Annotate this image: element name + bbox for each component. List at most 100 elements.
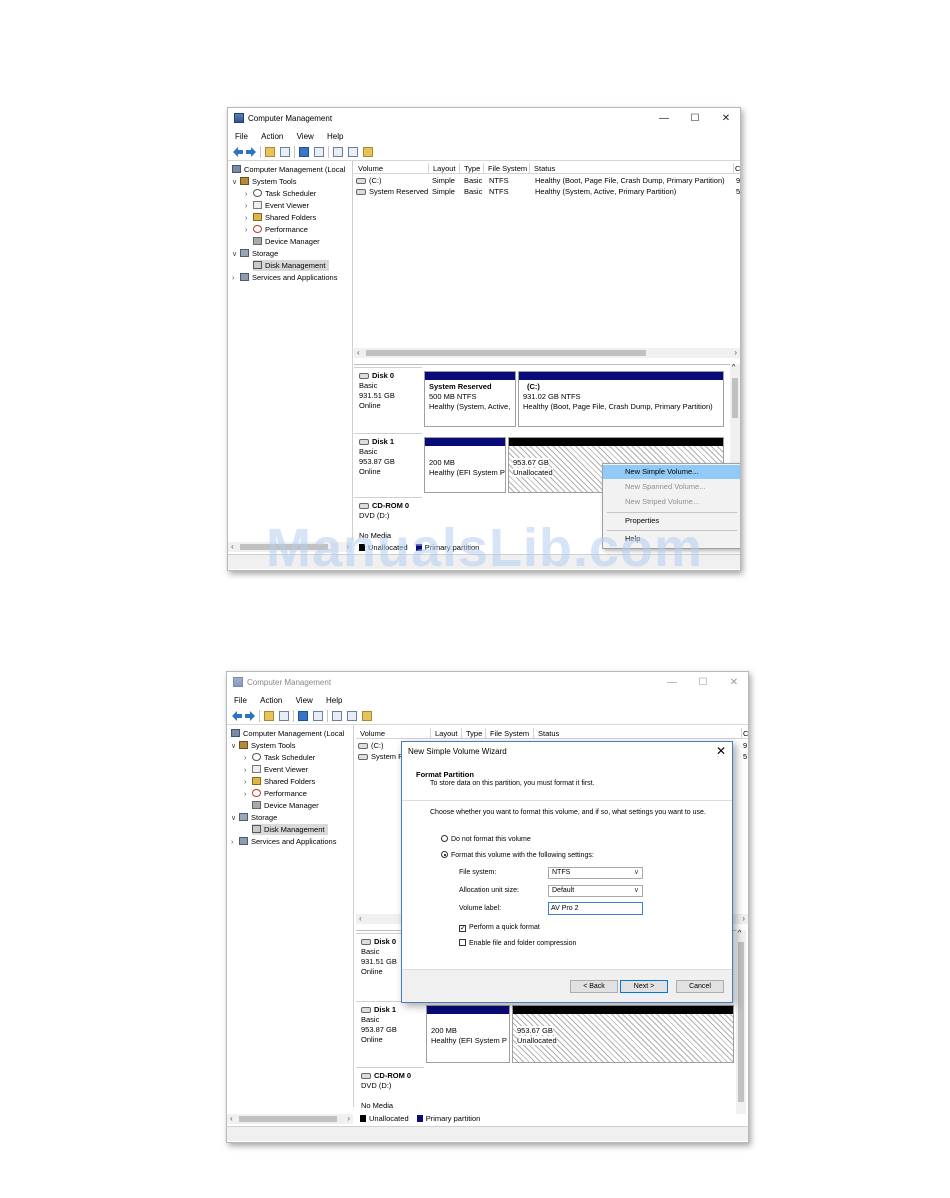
chevron-right-icon[interactable]: › [245, 189, 253, 200]
tree-item-shared-folders[interactable]: › Shared Folders [244, 776, 315, 787]
scroll-left-icon[interactable]: ‹ [230, 1114, 233, 1124]
back-arrow-icon[interactable] [232, 711, 242, 721]
scroll-left-icon[interactable]: ‹ [357, 348, 360, 358]
disk-1-info[interactable]: Disk 1 Basic 953.87 GB Online [354, 433, 422, 495]
chevron-right-icon[interactable]: › [245, 225, 253, 236]
minimize-button[interactable]: — [650, 111, 678, 127]
column-file-system[interactable]: File System [484, 163, 530, 174]
quick-format-checkbox[interactable]: ✓ [459, 925, 466, 932]
up-folder-icon[interactable] [264, 711, 274, 721]
scroll-thumb[interactable] [239, 1116, 337, 1122]
disk-0-info[interactable]: Disk 0 Basic 931.51 GB Online [354, 367, 422, 431]
column-capacity[interactable]: C [742, 728, 748, 739]
chevron-down-icon[interactable]: ∨ [634, 868, 639, 878]
chevron-right-icon[interactable]: › [232, 273, 240, 284]
tree-item-computer-management[interactable]: Computer Management (Local [231, 728, 344, 739]
disk-1-info[interactable]: Disk 1 Basic 953.87 GB Online [356, 1001, 424, 1063]
cancel-button[interactable]: Cancel [676, 980, 724, 993]
menu-action[interactable]: Action [260, 694, 282, 708]
key-icon[interactable] [348, 147, 358, 157]
tree-horizontal-scrollbar[interactable]: ‹ › [227, 1114, 353, 1124]
column-status[interactable]: Status [530, 163, 734, 174]
tree-item-disk-management[interactable]: Disk Management [252, 824, 329, 835]
chevron-right-icon[interactable]: › [244, 789, 252, 800]
scroll-thumb[interactable] [732, 378, 738, 418]
disk-vertical-scrollbar[interactable]: ^ [736, 930, 746, 1114]
chevron-down-icon[interactable]: ∨ [232, 177, 240, 188]
volume-horizontal-scrollbar[interactable]: ‹ › [354, 348, 740, 358]
minimize-button[interactable]: — [658, 675, 686, 691]
compression-checkbox[interactable] [459, 939, 466, 946]
chevron-down-icon[interactable]: ∨ [231, 741, 239, 752]
scroll-right-icon[interactable]: › [742, 914, 745, 924]
tree-item-event-viewer[interactable]: › Event Viewer [244, 764, 308, 775]
partition-efi[interactable]: 200 MB Healthy (EFI System P [426, 1005, 510, 1063]
tree-item-system-tools[interactable]: ∨ System Tools [232, 176, 296, 187]
column-type[interactable]: Type [462, 728, 486, 739]
chevron-right-icon[interactable]: › [245, 213, 253, 224]
scroll-left-icon[interactable]: ‹ [359, 914, 362, 924]
chevron-right-icon[interactable]: › [244, 777, 252, 788]
maximize-button[interactable]: ☐ [681, 111, 709, 127]
back-button[interactable]: < Back [570, 980, 618, 993]
column-capacity[interactable]: C [734, 163, 740, 174]
properties-icon[interactable] [313, 711, 323, 721]
table-row[interactable]: (C:) [358, 740, 384, 751]
chevron-down-icon[interactable]: ∨ [231, 813, 239, 824]
menu-help[interactable]: Help [327, 130, 343, 144]
menu-new-simple-volume[interactable]: New Simple Volume... [603, 465, 740, 479]
back-arrow-icon[interactable] [233, 147, 243, 157]
column-volume[interactable]: Volume [354, 163, 429, 174]
tree-item-services-applications[interactable]: › Services and Applications [232, 272, 337, 283]
check-icon[interactable] [333, 147, 343, 157]
chevron-right-icon[interactable]: › [244, 753, 252, 764]
radio-do-not-format[interactable] [441, 835, 448, 842]
show-hide-tree-icon[interactable] [279, 711, 289, 721]
partition-c[interactable]: (C:) 931.02 GB NTFS Healthy (Boot, Page … [518, 371, 724, 427]
help-icon[interactable] [299, 147, 309, 157]
scroll-up-icon[interactable]: ^ [732, 364, 735, 371]
wizard-close-button[interactable]: ✕ [716, 744, 726, 758]
tree-item-services-applications[interactable]: › Services and Applications [231, 836, 336, 847]
tree-item-device-manager[interactable]: Device Manager [252, 800, 319, 811]
scroll-left-icon[interactable]: ‹ [231, 542, 234, 552]
scroll-right-icon[interactable]: › [347, 1114, 350, 1124]
tree-item-event-viewer[interactable]: › Event Viewer [245, 200, 309, 211]
close-button[interactable]: ✕ [712, 111, 740, 127]
scroll-up-icon[interactable]: ^ [738, 930, 741, 937]
close-button[interactable]: ✕ [720, 675, 748, 691]
tree-item-computer-management[interactable]: Computer Management (Local [232, 164, 345, 175]
chevron-down-icon[interactable]: ∨ [232, 249, 240, 260]
menu-file[interactable]: File [234, 694, 247, 708]
forward-arrow-icon[interactable] [246, 147, 256, 157]
tree-item-storage[interactable]: ∨ Storage [231, 812, 277, 823]
chevron-right-icon[interactable]: › [244, 765, 252, 776]
file-system-select[interactable]: NTFS ∨ [548, 867, 643, 879]
table-row[interactable]: System Reserved [356, 186, 428, 197]
volume-label-input[interactable]: AV Pro 2 [548, 902, 643, 915]
forward-arrow-icon[interactable] [245, 711, 255, 721]
scroll-thumb[interactable] [738, 942, 744, 1102]
table-row[interactable]: System R [358, 751, 404, 762]
up-folder-icon[interactable] [265, 147, 275, 157]
tree-item-task-scheduler[interactable]: › Task Scheduler [244, 752, 315, 763]
cdrom-info[interactable]: CD-ROM 0 DVD (D:) No Media [356, 1067, 424, 1115]
radio-format[interactable] [441, 851, 448, 858]
maximize-button[interactable]: ☐ [689, 675, 717, 691]
tree-item-disk-management[interactable]: Disk Management [253, 260, 330, 271]
partition-efi[interactable]: 200 MB Healthy (EFI System P [424, 437, 506, 493]
table-row[interactable]: (C:) [356, 175, 382, 186]
column-layout[interactable]: Layout [431, 728, 462, 739]
scroll-right-icon[interactable]: › [734, 348, 737, 358]
option-do-not-format[interactable]: Do not format this volume [441, 835, 531, 843]
help-icon[interactable] [298, 711, 308, 721]
column-status[interactable]: Status [534, 728, 742, 739]
menu-view[interactable]: View [297, 130, 314, 144]
tree-item-system-tools[interactable]: ∨ System Tools [231, 740, 295, 751]
properties-icon[interactable] [314, 147, 324, 157]
settings-icon[interactable] [362, 711, 372, 721]
allocation-unit-select[interactable]: Default ∨ [548, 885, 643, 897]
quick-format-option[interactable]: ✓ Perform a quick format [459, 924, 540, 932]
menu-view[interactable]: View [296, 694, 313, 708]
tree-item-shared-folders[interactable]: › Shared Folders [245, 212, 316, 223]
